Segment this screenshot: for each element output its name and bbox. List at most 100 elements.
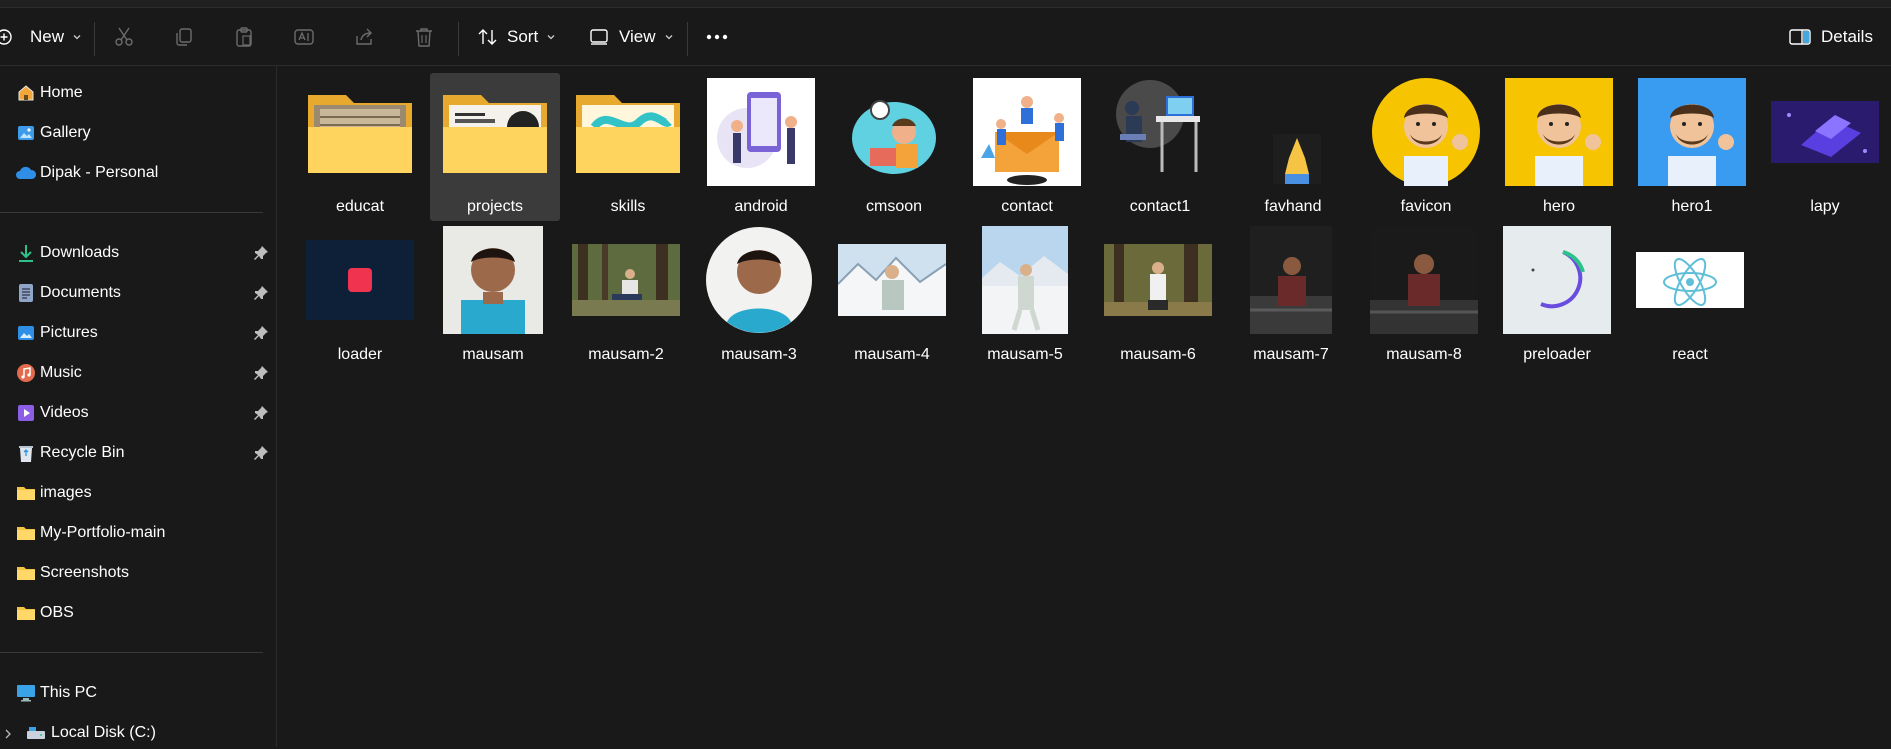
music-icon [15, 362, 37, 384]
sort-button[interactable]: Sort [477, 22, 556, 52]
grid-item-mausam-6[interactable]: mausam-6 [1093, 221, 1223, 369]
pin-icon[interactable] [253, 405, 269, 421]
new-button-label: New [30, 27, 65, 46]
command-bar: New Sort View Details [0, 8, 1891, 66]
file-name: mausam-4 [854, 346, 930, 363]
sidebar-item-obs[interactable]: OBS [0, 597, 276, 629]
pin-icon[interactable] [253, 325, 269, 341]
sidebar-item-documents[interactable]: Documents [0, 277, 276, 309]
share-icon[interactable] [351, 24, 377, 50]
folder-icon [15, 522, 37, 544]
sort-icon [477, 26, 499, 48]
add-icon [0, 29, 16, 45]
image-thumbnail [295, 221, 425, 339]
image-thumbnail [694, 221, 824, 339]
sidebar-item-music[interactable]: Music [0, 357, 276, 389]
grid-item-hero[interactable]: hero [1494, 73, 1624, 221]
view-button[interactable]: View [589, 22, 674, 52]
sidebar-item-downloads[interactable]: Downloads [0, 237, 276, 269]
grid-item-mausam-8[interactable]: mausam-8 [1359, 221, 1489, 369]
sidebar-item-this-pc[interactable]: This PC [0, 677, 276, 709]
drive-icon [25, 722, 47, 744]
grid-item-react[interactable]: react [1625, 221, 1755, 369]
file-name: react [1672, 346, 1708, 363]
grid-item-preloader[interactable]: preloader [1492, 221, 1622, 369]
sidebar-item-label: OBS [40, 604, 74, 621]
file-name: mausam-8 [1386, 346, 1462, 363]
file-name: hero [1542, 198, 1576, 215]
sidebar-item-gallery[interactable]: Gallery [0, 117, 276, 149]
pin-icon[interactable] [253, 245, 269, 261]
toolbar-separator [94, 22, 95, 56]
image-thumbnail [1228, 73, 1358, 191]
sidebar-item-videos[interactable]: Videos [0, 397, 276, 429]
sidebar-item-screenshots[interactable]: Screenshots [0, 557, 276, 589]
sidebar-item-recycle-bin[interactable]: Recycle Bin [0, 437, 276, 469]
folder-thumbnail [430, 73, 560, 191]
details-button[interactable]: Details [1789, 22, 1873, 52]
videos-icon [15, 402, 37, 424]
file-name: android [734, 198, 788, 215]
more-options-icon[interactable] [704, 24, 730, 50]
new-button[interactable]: New [0, 22, 82, 52]
sidebar-item-home[interactable]: Home [0, 77, 276, 109]
sidebar-item-label: Dipak - Personal [40, 164, 159, 181]
grid-item-contact[interactable]: contact [962, 73, 1092, 221]
sidebar-item-local-disk[interactable]: Local Disk (C:) [0, 717, 276, 749]
file-name: loader [337, 346, 383, 363]
file-name: contact [1001, 198, 1053, 215]
sidebar-item-label: My-Portfolio-main [40, 524, 166, 541]
grid-item-mausam-7[interactable]: mausam-7 [1226, 221, 1356, 369]
file-name: contact1 [1129, 198, 1191, 215]
grid-item-mausam-5[interactable]: mausam-5 [960, 221, 1090, 369]
cut-icon[interactable] [111, 24, 137, 50]
grid-item-educat[interactable]: educat [295, 73, 425, 221]
grid-item-skills[interactable]: skills [563, 73, 693, 221]
toolbar-separator [687, 22, 688, 56]
rename-icon[interactable] [291, 24, 317, 50]
pin-icon[interactable] [253, 365, 269, 381]
computer-icon [15, 682, 37, 704]
file-name: mausam-7 [1253, 346, 1329, 363]
navigation-pane: Home Gallery Dipak - Personal Downloads … [0, 66, 277, 747]
file-name: mausam-2 [588, 346, 664, 363]
grid-item-android[interactable]: android [696, 73, 826, 221]
file-name: mausam-3 [721, 346, 797, 363]
pictures-icon [15, 322, 37, 344]
folder-thumbnail [563, 73, 693, 191]
grid-item-projects[interactable]: projects [430, 73, 560, 221]
download-icon [15, 242, 37, 264]
file-name: lapy [1810, 198, 1840, 215]
grid-item-cmsoon[interactable]: cmsoon [829, 73, 959, 221]
grid-item-favicon[interactable]: favicon [1361, 73, 1491, 221]
sidebar-item-pictures[interactable]: Pictures [0, 317, 276, 349]
grid-item-lapy[interactable]: lapy [1760, 73, 1890, 221]
sidebar-item-my-portfolio-main[interactable]: My-Portfolio-main [0, 517, 276, 549]
toolbar-separator [458, 22, 459, 56]
image-thumbnail [1361, 73, 1491, 191]
image-thumbnail [1494, 73, 1624, 191]
grid-item-favhand[interactable]: favhand [1228, 73, 1358, 221]
grid-item-loader[interactable]: loader [295, 221, 425, 369]
grid-item-hero1[interactable]: hero1 [1627, 73, 1757, 221]
grid-item-mausam[interactable]: mausam [428, 221, 558, 369]
sidebar-item-images[interactable]: images [0, 477, 276, 509]
grid-item-contact1[interactable]: contact1 [1095, 73, 1225, 221]
grid-item-mausam-2[interactable]: mausam-2 [561, 221, 691, 369]
file-name: mausam-5 [987, 346, 1063, 363]
home-icon [15, 82, 37, 104]
pin-icon[interactable] [253, 445, 269, 461]
delete-icon[interactable] [411, 24, 437, 50]
file-name: cmsoon [865, 198, 923, 215]
sidebar-item-onedrive[interactable]: Dipak - Personal [0, 157, 276, 189]
copy-icon[interactable] [171, 24, 197, 50]
folder-thumbnail [295, 73, 425, 191]
grid-item-mausam-3[interactable]: mausam-3 [694, 221, 824, 369]
pin-icon[interactable] [253, 285, 269, 301]
paste-icon[interactable] [231, 24, 257, 50]
window-top-edge [0, 0, 1891, 8]
chevron-right-icon[interactable] [2, 727, 14, 739]
image-thumbnail [1095, 73, 1225, 191]
grid-item-mausam-4[interactable]: mausam-4 [827, 221, 957, 369]
image-thumbnail [1492, 221, 1622, 339]
